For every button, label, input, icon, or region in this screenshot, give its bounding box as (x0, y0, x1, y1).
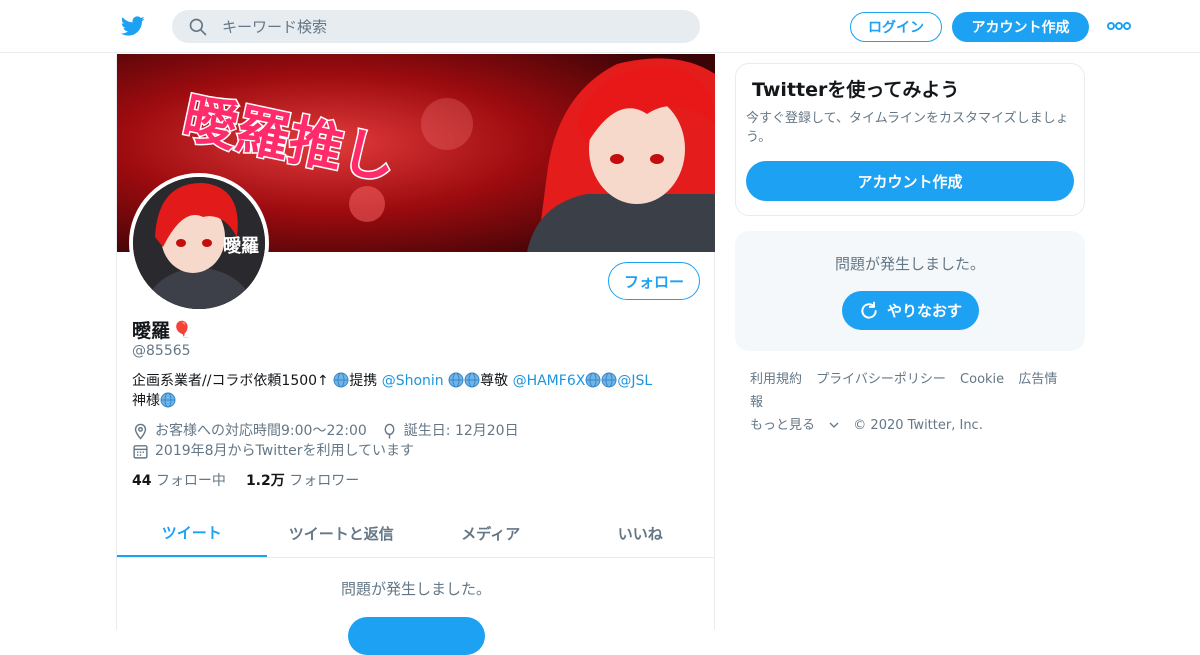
bio-text-3: 尊敬 (480, 373, 513, 389)
location-pin-icon (134, 423, 147, 440)
tab-tweets[interactable]: ツイート (117, 509, 267, 557)
retry-button[interactable]: やりなおす (842, 291, 979, 330)
signup-prompt-card: Twitterを使ってみよう 今すぐ登録して、タイムラインをカスタマイズしましょ… (735, 63, 1085, 216)
bio-mention-jsl[interactable]: @JSL (617, 373, 652, 389)
profile-name: 曖羅 🎈 (132, 316, 192, 343)
bio-text-2: 提携 (349, 373, 382, 389)
timeline-error-message: 問題が発生しました。 (340, 580, 491, 598)
globe-emoji-icon (160, 392, 176, 408)
followers-stat[interactable]: 1.2万 フォロワー (246, 470, 359, 490)
login-button[interactable]: ログイン (850, 12, 942, 42)
profile-tabs: ツイート ツイートと返信 メディア いいね (117, 509, 715, 558)
profile-location: お客様への対応時間9:00～22:00 (155, 423, 367, 439)
follow-button[interactable]: フォロー (608, 262, 700, 300)
sidebar-footer: 利用規約 プライバシーポリシー Cookie 広告情報 もっと見る © 2020… (750, 368, 1080, 437)
search-input[interactable] (222, 10, 682, 43)
refresh-icon (861, 301, 877, 319)
balloon-emoji: 🎈 (172, 320, 192, 339)
signup-button[interactable]: アカウント作成 (952, 12, 1089, 42)
following-stat[interactable]: 44 フォロー中 (132, 470, 226, 490)
footer-link-more[interactable]: もっと見る (750, 418, 839, 433)
timeline-retry-button[interactable] (348, 617, 485, 655)
signup-card-button[interactable]: アカウント作成 (746, 161, 1074, 201)
profile-avatar[interactable]: 曖羅 (129, 173, 269, 313)
globe-emoji-icon (464, 372, 480, 388)
followers-count: 1.2万 (245, 473, 285, 489)
signup-card-title: Twitterを使ってみよう (752, 79, 960, 101)
globe-emoji-icon (601, 372, 617, 388)
chevron-down-icon (829, 422, 839, 428)
tab-media[interactable]: メディア (416, 509, 566, 557)
globe-emoji-icon (333, 372, 349, 388)
following-count: 44 (132, 473, 152, 489)
profile-bio: 企画系業者//コラボ依頼1500↑ 提携 @Shonin 尊敬 @HAMF6X @… (132, 371, 702, 411)
footer-link-cookie[interactable]: Cookie (960, 372, 1004, 387)
bio-text-1: 企画系業者//コラボ依頼1500↑ (132, 373, 334, 389)
following-label: フォロー中 (155, 473, 226, 489)
followers-label: フォロワー (289, 473, 360, 489)
search-box[interactable] (172, 10, 700, 43)
search-icon (189, 18, 207, 36)
retry-label: やりなおす (886, 302, 962, 320)
profile-name-text: 曖羅 (132, 320, 171, 342)
profile-column: 曖羅推し 曖羅 フォロー 曖羅 🎈 @85565 企画系業者//コラボ依頼150… (116, 54, 715, 655)
more-dots-icon[interactable] (1106, 18, 1132, 34)
footer-link-privacy[interactable]: プライバシーポリシー (816, 372, 946, 387)
calendar-icon (133, 444, 148, 459)
top-navigation-bar: ログイン アカウント作成 (0, 0, 1200, 53)
avatar-text: 曖羅 (223, 236, 259, 257)
tab-likes[interactable]: いいね (566, 509, 716, 557)
balloon-birthday-icon (384, 423, 395, 439)
bio-mention-hamf6x[interactable]: @HAMF6X (513, 373, 586, 389)
footer-more-label: もっと見る (750, 418, 816, 433)
globe-emoji-icon (585, 372, 601, 388)
profile-joined-date: 2019年8月からTwitterを利用しています (155, 443, 415, 459)
sidebar-error-card: 問題が発生しました。 やりなおす (735, 231, 1085, 351)
profile-birthday: 誕生日: 12月20日 (403, 423, 519, 439)
profile-stats: 44 フォロー中 1.2万 フォロワー (132, 470, 359, 490)
twitter-bird-icon[interactable] (120, 14, 146, 38)
tab-tweets-and-replies[interactable]: ツイートと返信 (267, 509, 417, 557)
bio-text-4: 神様 (132, 393, 160, 409)
globe-emoji-icon (448, 372, 464, 388)
profile-meta: お客様への対応時間9:00～22:00 誕生日: 12月20日 2019年8月か… (132, 421, 519, 461)
footer-copyright: © 2020 Twitter, Inc. (853, 418, 983, 433)
profile-handle: @85565 (132, 343, 191, 359)
bio-mention-shonin[interactable]: @Shonin (382, 373, 444, 389)
signup-card-description: 今すぐ登録して、タイムラインをカスタマイズしましょう。 (746, 111, 1069, 145)
sidebar-error-message: 問題が発生しました。 (834, 255, 985, 273)
footer-link-terms[interactable]: 利用規約 (750, 372, 802, 387)
